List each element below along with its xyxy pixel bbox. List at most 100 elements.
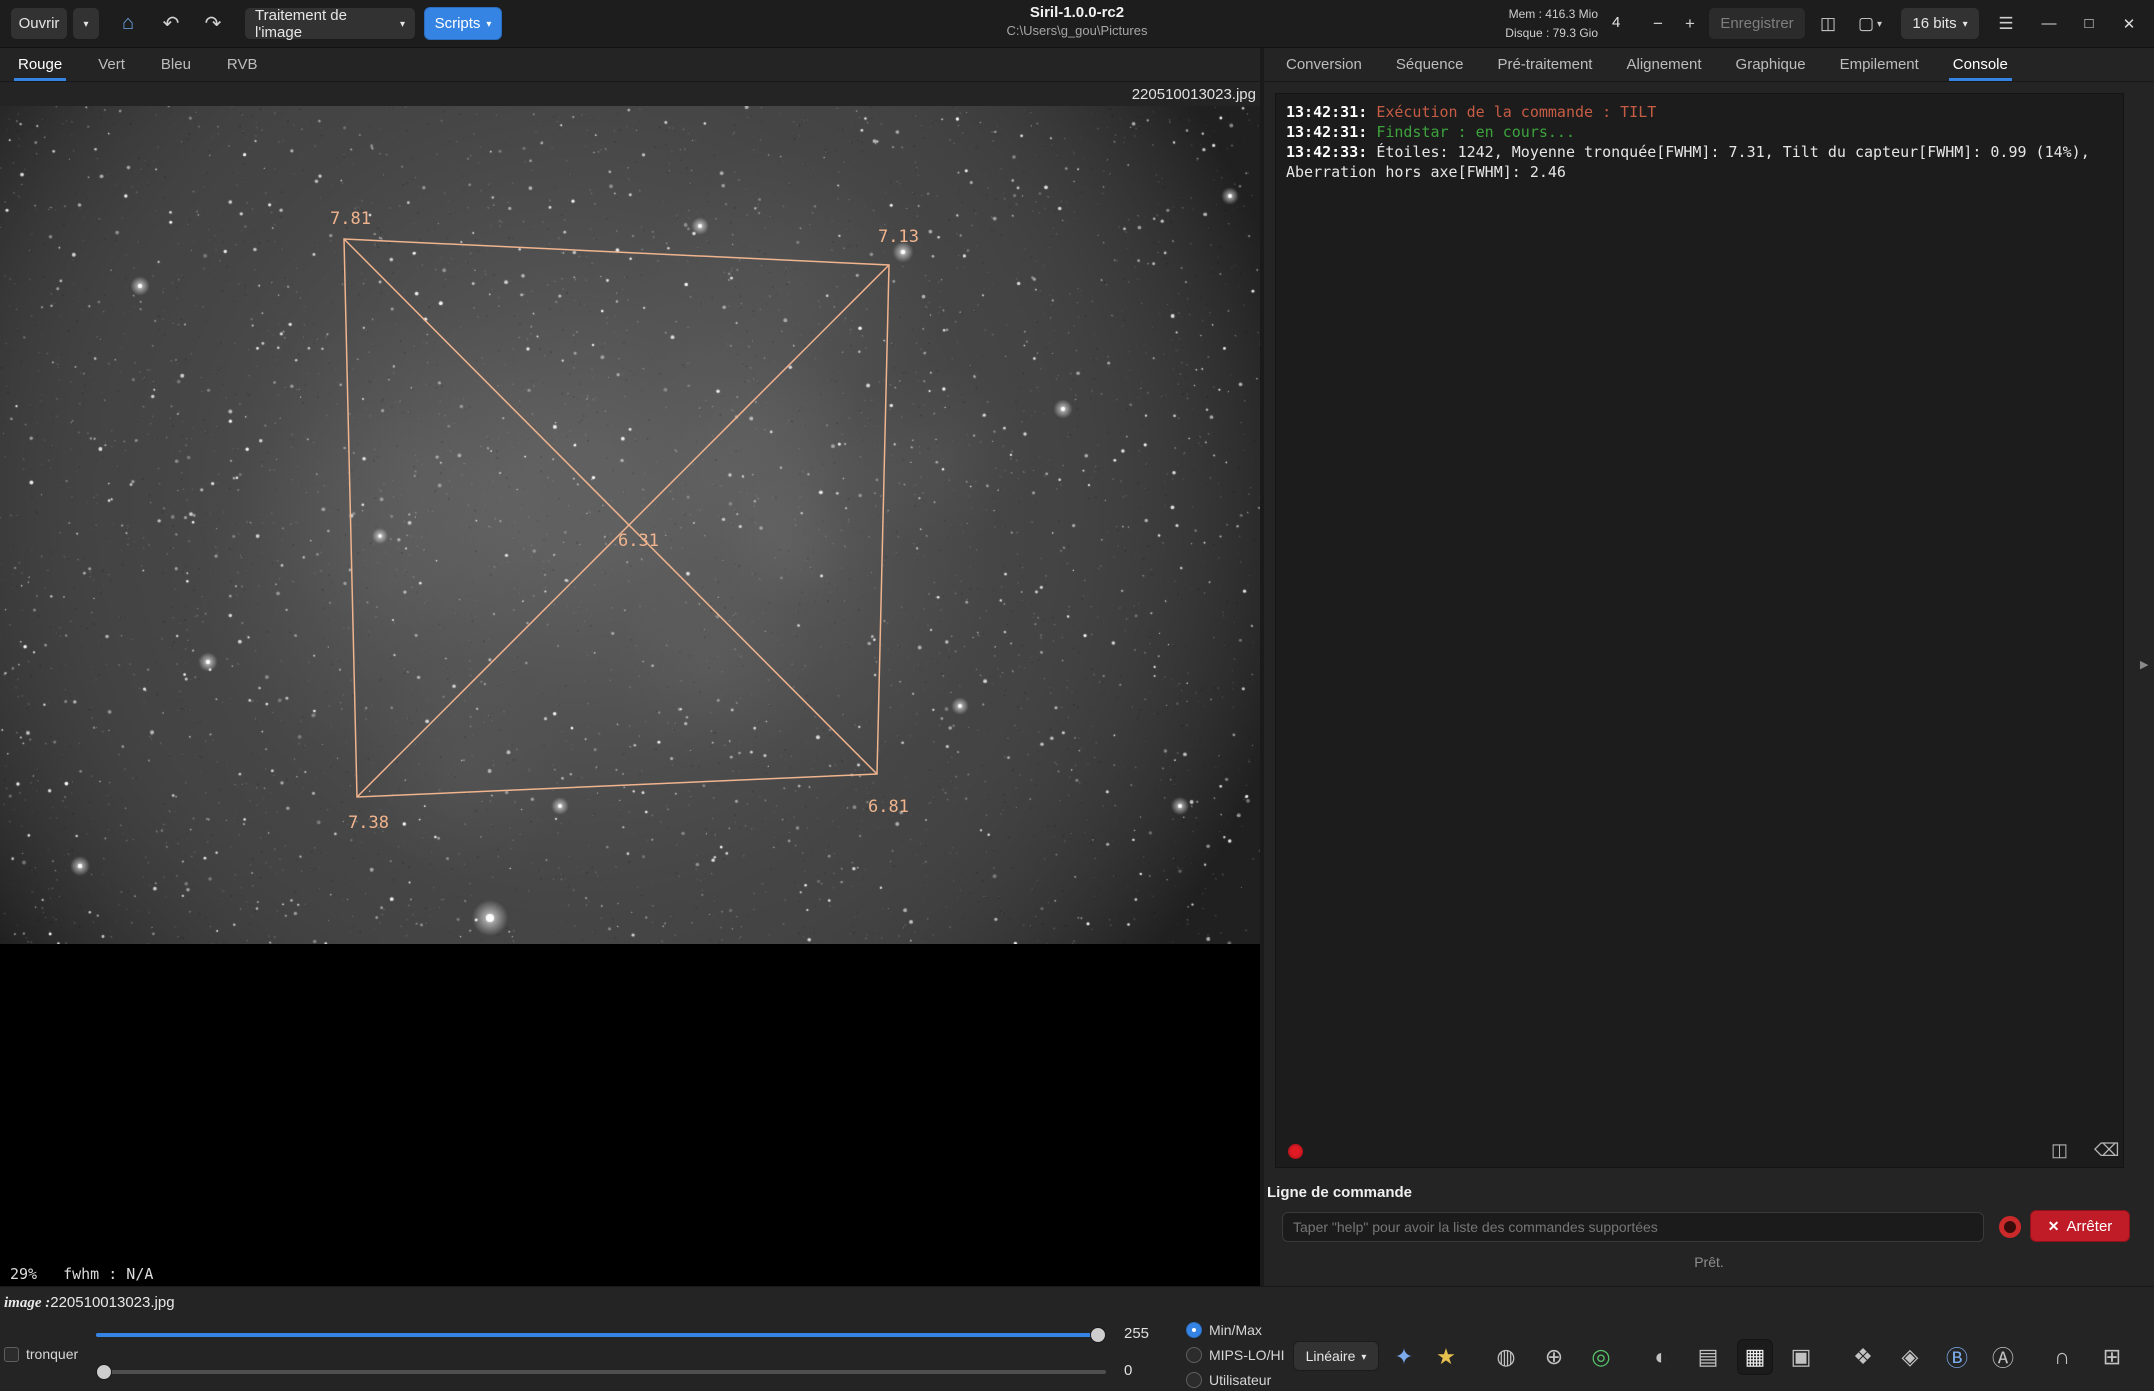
open-button[interactable]: Ouvrir xyxy=(10,7,68,40)
disk-space: Disque : 79.3 Gio xyxy=(1505,24,1598,43)
console-log-line: 13:42:33: Étoiles: 1242, Moyenne tronqué… xyxy=(1286,142,2113,182)
tab-console[interactable]: Console xyxy=(1949,48,2012,81)
close-button[interactable]: ✕ xyxy=(2116,15,2142,33)
save-button[interactable]: Enregistrer xyxy=(1708,7,1806,40)
layout-selector-button[interactable]: ▢ ▾ xyxy=(1848,7,1892,40)
minus-icon: − xyxy=(1653,14,1663,34)
recording-indicator-icon xyxy=(1288,1144,1303,1159)
tab-pretraitement[interactable]: Pré-traitement xyxy=(1493,48,1596,81)
chevron-down-icon: ▾ xyxy=(1963,19,1968,30)
titlebar: Ouvrir ▾ ⌂ ↶ ↷ Traitement de l'image ▾ S… xyxy=(0,0,2154,48)
mode-minmax-option[interactable]: Min/Max xyxy=(1186,1322,1262,1338)
chevron-down-icon: ▾ xyxy=(1361,1352,1366,1363)
low-level-value: 0 xyxy=(1124,1362,1132,1379)
star-detection-icon[interactable]: ★ xyxy=(1428,1339,1464,1375)
bit-depth-selector[interactable]: 16 bits ▾ xyxy=(1900,7,1980,40)
tab-rouge[interactable]: Rouge xyxy=(14,48,66,81)
redo-button[interactable]: ↷ xyxy=(194,7,232,40)
maximize-button[interactable]: □ xyxy=(2076,15,2102,32)
astrometry-globe-icon[interactable]: ⊕ xyxy=(1536,1339,1572,1375)
log-timestamp: 13:42:33: xyxy=(1286,143,1367,161)
tab-sequence[interactable]: Séquence xyxy=(1392,48,1468,81)
tab-rvb[interactable]: RVB xyxy=(223,48,262,81)
tilt-fwhm-top-left: 7.81 xyxy=(330,209,371,229)
current-image-line: image :220510013023.jpg xyxy=(4,1294,175,1312)
log-message: Exécution de la commande : TILT xyxy=(1376,103,1656,121)
deconvolution-icon[interactable]: ◍ xyxy=(1488,1339,1524,1375)
tab-graphique[interactable]: Graphique xyxy=(1732,48,1810,81)
threads-increase-button[interactable]: + xyxy=(1676,7,1704,40)
annotate-stars-icon[interactable]: ✦ xyxy=(1386,1339,1422,1375)
image-name: 220510013023.jpg xyxy=(50,1294,174,1311)
mode-user-option[interactable]: Utilisateur xyxy=(1186,1372,1271,1388)
rgb-compose-icon[interactable]: Ⓑ xyxy=(1939,1339,1975,1375)
slider-track[interactable] xyxy=(96,1370,1106,1374)
tab-empilement[interactable]: Empilement xyxy=(1836,48,1923,81)
high-slider-knob[interactable] xyxy=(1090,1327,1106,1343)
scripts-menu-button[interactable]: Scripts ▾ xyxy=(424,7,502,40)
console-output[interactable]: 13:42:31: Exécution de la commande : TIL… xyxy=(1275,93,2124,1168)
stop-button[interactable]: ✕ Arrêter xyxy=(2030,1210,2130,1242)
annotations-icon[interactable]: Ⓐ xyxy=(1985,1339,2021,1375)
truncate-checkbox[interactable] xyxy=(4,1347,19,1362)
histogram-icon[interactable]: ∩ xyxy=(2044,1339,2080,1375)
window-title: Siril-1.0.0-rc2 C:\Users\g_gou\Pictures xyxy=(1007,4,1148,39)
high-level-value: 255 xyxy=(1124,1325,1149,1342)
single-view-icon[interactable]: ▣ xyxy=(1783,1339,1819,1375)
image-display-button[interactable]: ◫ xyxy=(1812,7,1844,40)
low-slider-knob[interactable] xyxy=(96,1364,112,1380)
hamburger-menu-button[interactable]: ☰ xyxy=(1988,7,2024,40)
tilt-fwhm-center: 6.31 xyxy=(618,531,659,551)
command-input[interactable] xyxy=(1282,1212,1984,1242)
layout-icon: ▢ xyxy=(1858,14,1874,34)
filename-row: 220510013023.jpg xyxy=(0,82,1264,106)
image-viewer[interactable]: 7.81 7.13 6.81 7.38 6.31 29%fwhm : N/A xyxy=(0,106,1260,1286)
radio-icon[interactable] xyxy=(1186,1347,1202,1363)
chevron-down-icon: ▾ xyxy=(83,19,88,30)
tab-bleu[interactable]: Bleu xyxy=(157,48,195,81)
tab-vert[interactable]: Vert xyxy=(94,48,129,81)
home-icon: ⌂ xyxy=(122,12,134,35)
chevron-down-icon: ▾ xyxy=(486,19,491,30)
tilt-fwhm-bottom-right: 6.81 xyxy=(868,797,909,817)
scale-mode-value: Linéaire xyxy=(1306,1348,1356,1364)
export-log-icon[interactable]: ◫ xyxy=(2051,1140,2068,1161)
chevron-down-icon: ▾ xyxy=(400,19,405,30)
high-level-slider[interactable] xyxy=(96,1327,1106,1343)
radio-icon[interactable] xyxy=(1186,1322,1202,1338)
radio-icon[interactable] xyxy=(1186,1372,1202,1388)
truncate-row: tronquer xyxy=(4,1346,78,1362)
console-log-line: 13:42:31: Findstar : en cours... xyxy=(1286,122,2113,142)
open-dropdown-button[interactable]: ▾ xyxy=(72,7,100,40)
mode-mips-option[interactable]: MIPS-LO/HI xyxy=(1186,1347,1284,1363)
system-resources: Mem : 416.3 Mio Disque : 79.3 Gio xyxy=(1505,5,1598,42)
tab-alignement[interactable]: Alignement xyxy=(1622,48,1705,81)
scripts-menu-label: Scripts xyxy=(435,15,481,32)
grid-view-icon[interactable]: ▦ xyxy=(1737,1339,1773,1375)
threads-decrease-button[interactable]: − xyxy=(1644,7,1672,40)
minimize-button[interactable]: — xyxy=(2036,15,2062,32)
layers-icon[interactable]: ❖ xyxy=(1845,1339,1881,1375)
tab-conversion[interactable]: Conversion xyxy=(1282,48,1366,81)
truncate-label: tronquer xyxy=(26,1346,78,1362)
ready-status: Prêt. xyxy=(1264,1254,2154,1270)
panel-resize-arrow-icon[interactable]: ▶ xyxy=(2140,658,2148,671)
split-channel-icon[interactable]: ▤ xyxy=(1690,1339,1726,1375)
viewer-statusbar: 29%fwhm : N/A xyxy=(10,1265,153,1283)
command-line-label: Ligne de commande xyxy=(1267,1184,1412,1201)
frames-stack-icon[interactable]: ⊞ xyxy=(2094,1339,2130,1375)
mode-mips-label: MIPS-LO/HI xyxy=(1209,1347,1284,1363)
image-processing-menu-button[interactable]: Traitement de l'image ▾ xyxy=(244,7,416,40)
menu-icon: ☰ xyxy=(1998,14,2013,34)
scale-mode-selector[interactable]: Linéaire ▾ xyxy=(1293,1341,1379,1371)
low-level-slider[interactable] xyxy=(96,1364,1106,1380)
mask-layers-icon[interactable]: ◈ xyxy=(1892,1339,1928,1375)
photometry-target-icon[interactable]: ◎ xyxy=(1583,1339,1619,1375)
app-title: Siril-1.0.0-rc2 xyxy=(1007,4,1148,23)
home-button[interactable]: ⌂ xyxy=(110,7,146,40)
undo-button[interactable]: ↶ xyxy=(152,7,190,40)
clear-console-icon[interactable]: ⌫ xyxy=(2094,1140,2119,1161)
zoom-level: 29% xyxy=(10,1265,37,1283)
command-status-led-icon xyxy=(1999,1216,2021,1238)
negative-view-icon[interactable]: ◐ xyxy=(1643,1339,1679,1375)
